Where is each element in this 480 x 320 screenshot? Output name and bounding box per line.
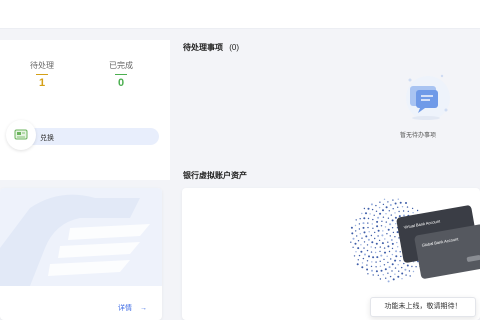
pending-underline (36, 74, 48, 75)
completed-stat[interactable]: 已完成 0 (91, 60, 151, 89)
completed-count: 0 (117, 77, 125, 89)
toast-message: 功能未上线，敬请期待！ (370, 297, 476, 317)
pending-count: 1 (38, 77, 46, 89)
todo-section-title: 待处理事项 (0) (183, 42, 239, 53)
todo-count: (0) (229, 43, 240, 52)
completed-label: 已完成 (109, 61, 133, 70)
promo-card-left[interactable] (0, 188, 162, 320)
arrow-right-icon: → (139, 305, 147, 312)
card-exchange-icon (14, 129, 28, 140)
empty-message-icon (406, 74, 450, 120)
completed-underline (115, 74, 127, 75)
promo-illustration (0, 188, 162, 286)
details-label: 详情 (118, 305, 132, 312)
todo-empty-text: 暂无待办事项 (400, 133, 437, 139)
top-bar (0, 0, 480, 29)
pending-label: 待处理 (30, 61, 54, 70)
virtual-account-title: 银行虚拟账户资产 (183, 171, 247, 180)
todo-title: 待处理事项 (183, 43, 223, 52)
details-link[interactable]: 详情 → (118, 303, 147, 313)
exchange-label: 兑换 (40, 135, 54, 142)
pending-stat[interactable]: 待处理 1 (12, 60, 72, 89)
exchange-icon-badge (6, 120, 36, 150)
promo-graphic (0, 194, 150, 286)
